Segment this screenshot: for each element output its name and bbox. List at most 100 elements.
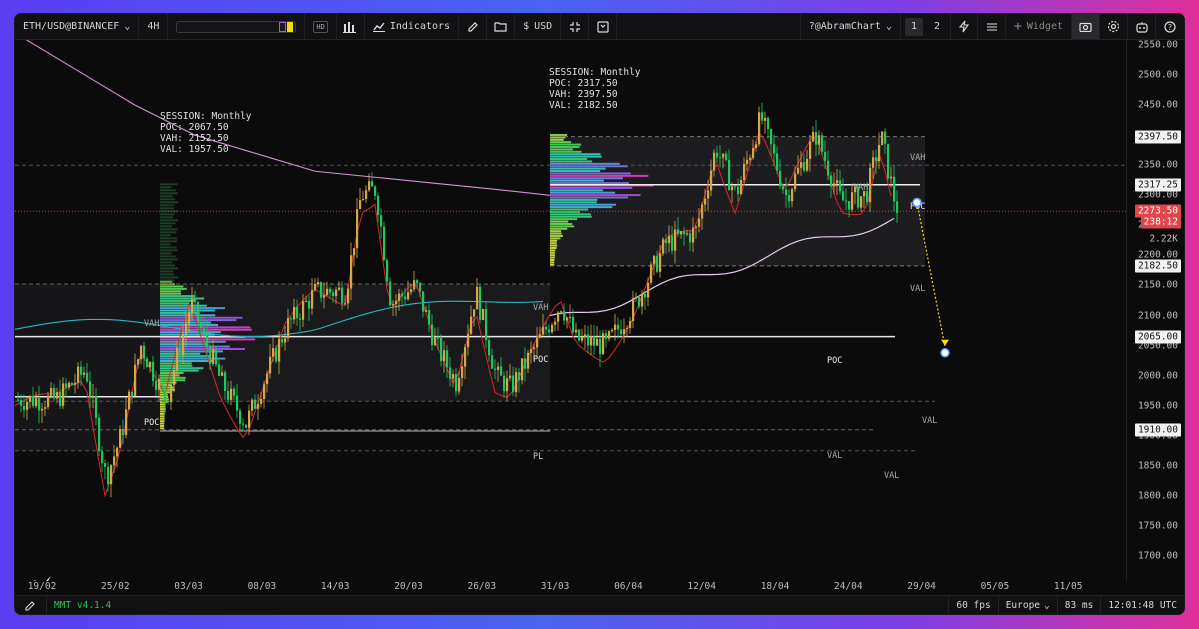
- candle-body: [566, 317, 569, 321]
- profile-bar: [160, 207, 175, 210]
- settings-button[interactable]: [1100, 14, 1128, 39]
- candle-body: [422, 291, 425, 312]
- candle-body: [179, 347, 182, 355]
- slider-handle[interactable]: [279, 21, 287, 32]
- help-button[interactable]: ?: [1156, 14, 1184, 39]
- profile-bar: [160, 287, 187, 290]
- candle-body: [53, 388, 56, 399]
- candle-body: [767, 117, 770, 130]
- layout-tab-1[interactable]: 1: [904, 17, 924, 36]
- candle-body: [713, 152, 716, 171]
- price-chart[interactable]: SESSION: Monthly POC: 2067.50 VAH: 2152.…: [15, 40, 1126, 581]
- replay-slider[interactable]: [168, 14, 306, 39]
- profile-bar: [160, 343, 209, 346]
- time-tick-label: 31/03: [540, 581, 570, 592]
- profile-bar: [160, 367, 204, 370]
- save-button[interactable]: [589, 14, 618, 39]
- candle-body: [599, 338, 602, 355]
- time-axis[interactable]: 19/02 25/02 03/03 08/03 14/03 20/03 26/03 31/03…: [15, 581, 1126, 595]
- edit-button[interactable]: [15, 596, 46, 614]
- candle-body: [407, 292, 410, 300]
- candle-body: [404, 296, 407, 300]
- candle-body: [803, 162, 806, 171]
- candle-body: [686, 233, 689, 235]
- widget-button[interactable]: + Widget: [1006, 14, 1072, 39]
- candle-body: [251, 399, 254, 411]
- session-1-title: SESSION: Monthly: [160, 111, 252, 122]
- bot-button[interactable]: [1128, 14, 1156, 39]
- draw-tool-button[interactable]: [459, 14, 488, 39]
- candle-body: [188, 313, 191, 324]
- profile-bar: [160, 295, 196, 298]
- layout-selector[interactable]: ?@AbramChart ⌄: [799, 14, 901, 39]
- list-button[interactable]: [978, 14, 1007, 39]
- svg-text:?: ?: [1168, 23, 1172, 32]
- layout-tab-2[interactable]: 2: [928, 18, 946, 36]
- chart-labels: SESSION: Monthly POC: 2067.50 VAH: 2152.…: [144, 67, 937, 481]
- slider-track[interactable]: [176, 20, 297, 33]
- profile-bar: [550, 141, 572, 144]
- candle-body: [812, 132, 815, 142]
- candle-body: [464, 347, 467, 367]
- projection-end-handle: [940, 348, 950, 358]
- candle-body: [491, 355, 494, 369]
- chevron-down-icon: ⌄: [1044, 599, 1050, 611]
- candle-body: [182, 334, 185, 355]
- candle-body: [437, 337, 440, 339]
- widget-label: Widget: [1026, 21, 1063, 32]
- candle-body: [89, 381, 92, 397]
- profile-bar: [550, 182, 629, 185]
- candle-body: [644, 293, 647, 298]
- candle-body: [98, 417, 101, 452]
- currency-selector[interactable]: $ USD: [515, 14, 562, 39]
- candle-body: [794, 173, 797, 190]
- chart-type-button[interactable]: [337, 14, 365, 39]
- fullscreen-button[interactable]: [561, 14, 590, 39]
- candle-body: [800, 162, 803, 168]
- candle-body: [452, 374, 455, 379]
- candle-body: [878, 144, 881, 162]
- profile-bar: [160, 249, 178, 252]
- price-tick-label: 1800.00: [1137, 490, 1178, 502]
- indicators-button[interactable]: Indicators: [365, 14, 460, 39]
- candle-body: [488, 340, 491, 356]
- folder-button[interactable]: [487, 14, 516, 39]
- timeframe-label: 4H: [147, 21, 160, 32]
- indicators-icon: [372, 22, 385, 32]
- plus-icon: +: [1014, 19, 1022, 34]
- candle-body: [443, 350, 446, 362]
- profile-bar: [160, 345, 230, 348]
- version-label: MMT v4.1.4: [54, 599, 112, 611]
- time-tick-label: 26/03: [467, 581, 497, 592]
- price-axis[interactable]: 2550.002500.002450.002400.002350.002300.…: [1126, 40, 1184, 581]
- symbol-selector[interactable]: ETH/USD@BINANCEF ⌄: [15, 14, 140, 39]
- candle-body: [230, 388, 233, 400]
- candle-body: [221, 372, 224, 376]
- candle-body: [839, 180, 842, 192]
- candle-body: [848, 201, 851, 210]
- candle-body: [887, 143, 890, 179]
- candle-body: [359, 200, 362, 210]
- profile-bar: [160, 219, 178, 222]
- candle-body: [470, 316, 473, 334]
- profile-bar: [550, 189, 603, 192]
- alerts-button[interactable]: [950, 14, 979, 39]
- utc-clock: 12:01:48 UTC: [1100, 596, 1184, 614]
- time-tick-label: 06/04: [614, 581, 643, 592]
- candle-body: [104, 463, 107, 467]
- candle-body: [44, 407, 47, 409]
- timeframe-selector[interactable]: 4H: [139, 14, 169, 39]
- candle-body: [650, 264, 653, 283]
- screenshot-button[interactable]: [1072, 14, 1100, 39]
- price-tick-label: 2300.00: [1137, 189, 1178, 201]
- profile-bar: [550, 254, 555, 257]
- candle-body: [293, 306, 296, 320]
- candle-body: [695, 226, 698, 228]
- region-selector[interactable]: Europe ⌄: [997, 596, 1057, 614]
- profile-bar: [550, 170, 601, 173]
- hd-toggle[interactable]: HD: [305, 14, 337, 39]
- price-tag: 1910.00: [1134, 423, 1181, 437]
- profile-bar: [160, 201, 178, 204]
- candle-body: [194, 299, 197, 303]
- profile-bar: [160, 420, 165, 423]
